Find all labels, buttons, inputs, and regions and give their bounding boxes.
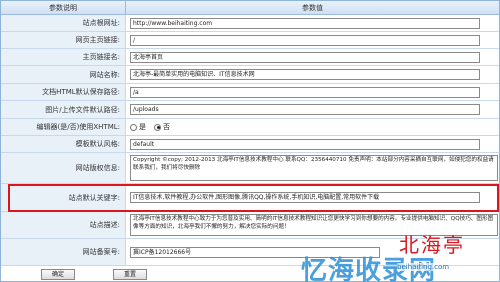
table-row: 文档HTML默认保存路径: /a bbox=[1, 84, 499, 101]
highlight-box bbox=[8, 184, 499, 212]
radio-no[interactable] bbox=[154, 123, 161, 131]
reset-button[interactable]: 重置 bbox=[113, 269, 147, 280]
html-path-input[interactable]: /a bbox=[130, 86, 480, 98]
row-label: 网站名称: bbox=[1, 66, 126, 83]
row-label: 主页链接名: bbox=[1, 49, 126, 65]
table-header: 参数说明 参数值 bbox=[1, 1, 499, 15]
watermark-url: beihaiting.com bbox=[397, 263, 450, 271]
site-name-input[interactable]: 北海亭-最简单实用的电脑知识、IT信息技术网 bbox=[130, 69, 480, 80]
table-row: 网页主页链接: / bbox=[1, 32, 499, 49]
template-style-input[interactable]: default bbox=[130, 138, 480, 150]
row-label: 文档HTML默认保存路径: bbox=[1, 84, 126, 100]
homepage-link-input[interactable]: / bbox=[130, 34, 480, 46]
table-row: 站点根网址: http://www.beihaiting.com bbox=[1, 15, 499, 32]
upload-path-input[interactable]: /uploads bbox=[130, 104, 480, 115]
settings-panel: 参数说明 参数值 站点根网址: http://www.beihaiting.co… bbox=[0, 0, 500, 282]
table-row: 编辑器(是/否)使用XHTML: 是 否 bbox=[1, 119, 499, 136]
row-label: 网页主页链接: bbox=[1, 32, 126, 48]
row-label: 网站备案号: bbox=[1, 239, 126, 265]
row-label: 编辑器(是/否)使用XHTML: bbox=[1, 119, 126, 135]
row-label: 图片/上传文件默认路径: bbox=[1, 101, 126, 118]
header-param-value: 参数值 bbox=[302, 4, 323, 12]
radio-yes-label: 是 bbox=[139, 123, 146, 131]
table-row: 图片/上传文件默认路径: /uploads bbox=[1, 101, 499, 119]
copyright-textarea[interactable]: Copyright ©copy; 2012-2013 北海亭IT信息技术教程中心… bbox=[130, 155, 498, 181]
table-row: 主页链接名: 北海亭首页 bbox=[1, 49, 499, 66]
table-row: 网站版权信息: Copyright ©copy; 2012-2013 北海亭IT… bbox=[1, 153, 499, 184]
xhtml-radio-group: 是 否 bbox=[127, 119, 499, 135]
row-label: 站点描述: bbox=[1, 212, 126, 238]
homepage-name-input[interactable]: 北海亭首页 bbox=[130, 51, 480, 63]
table-row: 模板默认风格: default bbox=[1, 136, 499, 153]
radio-no-label: 否 bbox=[163, 123, 170, 131]
header-param-label: 参数说明 bbox=[1, 1, 126, 15]
radio-yes[interactable] bbox=[130, 123, 137, 131]
row-label: 模板默认风格: bbox=[1, 136, 126, 152]
table-row: 网站名称: 北海亭-最简单实用的电脑知识、IT信息技术网 bbox=[1, 66, 499, 84]
site-url-input[interactable]: http://www.beihaiting.com bbox=[130, 17, 480, 29]
row-label: 网站版权信息: bbox=[1, 153, 126, 183]
confirm-button[interactable]: 确定 bbox=[41, 269, 75, 280]
row-label: 站点根网址: bbox=[1, 15, 126, 31]
